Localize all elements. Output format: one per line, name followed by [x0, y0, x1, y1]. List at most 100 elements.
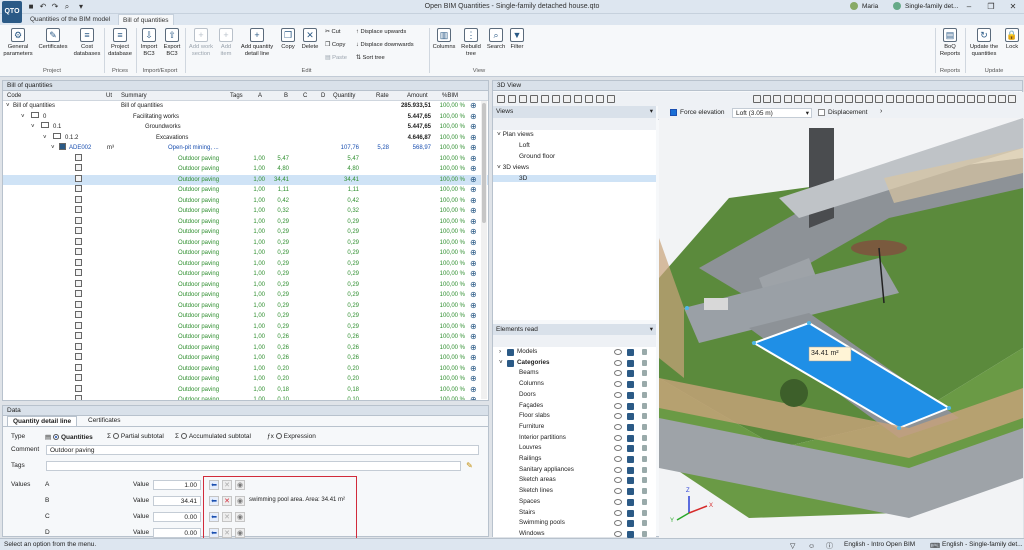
cube-icon[interactable]: [541, 95, 549, 103]
add-row-icon[interactable]: ⊕: [470, 112, 480, 123]
eye-icon[interactable]: [614, 381, 622, 388]
project-name[interactable]: Single-family det...: [905, 3, 958, 10]
tab-quantities-bim-model[interactable]: Quantities of the BIM model: [26, 14, 114, 25]
wireframe-icon[interactable]: [885, 95, 894, 103]
col-code[interactable]: Code: [7, 91, 21, 101]
list-item[interactable]: › Models: [493, 347, 653, 358]
tab-quantity-detail-line[interactable]: Quantity detail line: [7, 416, 78, 426]
lock-icon[interactable]: [642, 509, 647, 516]
eye-icon[interactable]: [614, 445, 622, 452]
language-intro[interactable]: English - Intro Open BIM: [844, 539, 915, 550]
list-item[interactable]: Columns: [493, 379, 653, 390]
layers-icon[interactable]: [946, 95, 955, 103]
hammer-icon[interactable]: [607, 95, 615, 103]
cube-icon[interactable]: [552, 95, 560, 103]
table-row[interactable]: Outdoor paving 1,00 0,29 0,29 100,00 % ⊕: [3, 300, 488, 312]
table-row[interactable]: Outdoor paving 1,00 0,29 0,29 100,00 % ⊕: [3, 311, 488, 322]
cube-icon[interactable]: [563, 95, 571, 103]
filter-button[interactable]: ▼ Filter: [507, 28, 527, 51]
add-row-icon[interactable]: ⊕: [470, 238, 480, 249]
table-row[interactable]: Outdoor paving 1,00 5,47 5,47 100,00 % ⊕: [3, 153, 488, 165]
lock-icon[interactable]: [642, 370, 647, 377]
lock-icon[interactable]: [642, 402, 647, 409]
eye-icon[interactable]: [614, 434, 622, 441]
eye-icon[interactable]: [614, 413, 622, 420]
cut-button[interactable]: ✂ Cut: [325, 29, 341, 35]
lock-icon[interactable]: [642, 445, 647, 452]
pan-icon[interactable]: [804, 95, 812, 103]
list-item[interactable]: Swimming pools: [493, 518, 653, 529]
palette-icon[interactable]: [987, 95, 996, 103]
table-row[interactable]: Outdoor paving 1,00 0,29 0,29 100,00 % ⊕: [3, 269, 488, 280]
col-ut[interactable]: Ut: [106, 91, 112, 101]
fit-icon[interactable]: [814, 95, 823, 103]
type-expression-radio[interactable]: ƒx Expression: [267, 433, 316, 440]
add-row-icon[interactable]: ⊕: [470, 175, 480, 186]
comment-input[interactable]: Outdoor paving: [46, 445, 479, 455]
tab-certificates[interactable]: Certificates: [83, 416, 126, 426]
lock-icon[interactable]: [642, 423, 647, 430]
table-row[interactable]: Outdoor paving 1,00 0,29 0,29 100,00 % ⊕: [3, 248, 488, 259]
light-icon[interactable]: [916, 95, 925, 103]
view-item-3d[interactable]: 3D: [493, 175, 656, 182]
lock-button[interactable]: 🔒 Lock: [1002, 28, 1022, 51]
zoom-extents-icon[interactable]: [783, 95, 792, 103]
value-input[interactable]: 34.41: [153, 496, 201, 506]
user-icon[interactable]: ☺: [808, 541, 815, 550]
table-row[interactable]: Outdoor paving 1,00 0,29 0,29 100,00 % ⊕: [3, 258, 488, 270]
list-item[interactable]: Sanitary appliances: [493, 465, 653, 476]
lock-icon[interactable]: [642, 488, 647, 495]
col-rate[interactable]: Rate: [376, 91, 389, 101]
3d-views-node[interactable]: ˅ 3D views: [497, 164, 529, 171]
add-row-icon[interactable]: ⊕: [470, 290, 480, 301]
minimize-icon[interactable]: –: [958, 0, 980, 14]
visibility-mode-icon[interactable]: [627, 402, 634, 410]
visibility-mode-icon[interactable]: [627, 423, 634, 431]
add-row-icon[interactable]: ⊕: [470, 185, 480, 196]
general-parameters-button[interactable]: ⚙ General parameters: [2, 28, 34, 57]
add-row-icon[interactable]: ⊕: [470, 154, 480, 165]
table-row[interactable]: Outdoor paving 1,00 0,32 0,32 100,00 % ⊕: [3, 206, 488, 217]
eye-icon[interactable]: [614, 520, 622, 527]
add-row-icon[interactable]: ⊕: [470, 227, 480, 238]
filter-icon[interactable]: ▽: [790, 541, 795, 550]
export-bc3-button[interactable]: ⇧ Export BC3: [161, 28, 183, 57]
boq-reports-button[interactable]: ▤ BoQ Reports: [937, 28, 963, 57]
add-row-icon[interactable]: ⊕: [470, 259, 480, 270]
table-row[interactable]: Outdoor paving 1,00 0,26 0,26 100,00 % ⊕: [3, 353, 488, 364]
tree-toggle-icon[interactable]: ›: [499, 347, 501, 358]
col-amount[interactable]: Amount: [407, 91, 428, 101]
visibility-mode-icon[interactable]: [627, 359, 634, 367]
eye-icon[interactable]: [614, 391, 622, 398]
visibility-mode-icon[interactable]: [627, 466, 634, 474]
lock-icon[interactable]: [642, 530, 647, 537]
list-item[interactable]: Façades: [493, 401, 653, 412]
list-item[interactable]: Sketch areas: [493, 475, 653, 486]
add-item-button[interactable]: + Add item: [216, 28, 236, 57]
add-row-icon[interactable]: ⊕: [470, 322, 480, 333]
cube-icon[interactable]: [519, 95, 527, 103]
import-bc3-button[interactable]: ⇩ Import BC3: [138, 28, 160, 57]
table-row[interactable]: Outdoor paving 1,00 1,11 1,11 100,00 % ⊕: [3, 185, 488, 196]
close-icon[interactable]: ✕: [1002, 0, 1024, 14]
visibility-mode-icon[interactable]: [627, 456, 634, 463]
add-row-icon[interactable]: ⊕: [470, 248, 480, 259]
chevron-down-icon[interactable]: ▾: [650, 106, 653, 118]
eye-icon[interactable]: [614, 402, 622, 409]
chevron-right-icon[interactable]: ›: [880, 108, 882, 115]
update-quantities-button[interactable]: ↻ Update the quantities: [967, 28, 1001, 57]
add-work-section-button[interactable]: + Add work section: [187, 28, 215, 57]
visibility-mode-icon[interactable]: [627, 477, 634, 485]
view-item-ground-floor[interactable]: Ground floor: [519, 153, 555, 160]
table-row[interactable]: Outdoor paving 1,00 0,26 0,26 100,00 % ⊕: [3, 342, 488, 354]
add-row-icon[interactable]: ⊕: [470, 343, 480, 354]
list-item[interactable]: ˅ Categories: [493, 358, 653, 369]
eye-icon[interactable]: [614, 530, 622, 537]
pencil-icon[interactable]: [508, 95, 516, 103]
list-item[interactable]: Doors: [493, 390, 653, 401]
col-summary[interactable]: Summary: [121, 91, 147, 101]
col-quantity[interactable]: Quantity: [333, 91, 355, 101]
measure-icon[interactable]: [855, 95, 863, 103]
save-icon[interactable]: [574, 95, 582, 103]
force-elevation-checkbox[interactable]: [670, 109, 677, 116]
